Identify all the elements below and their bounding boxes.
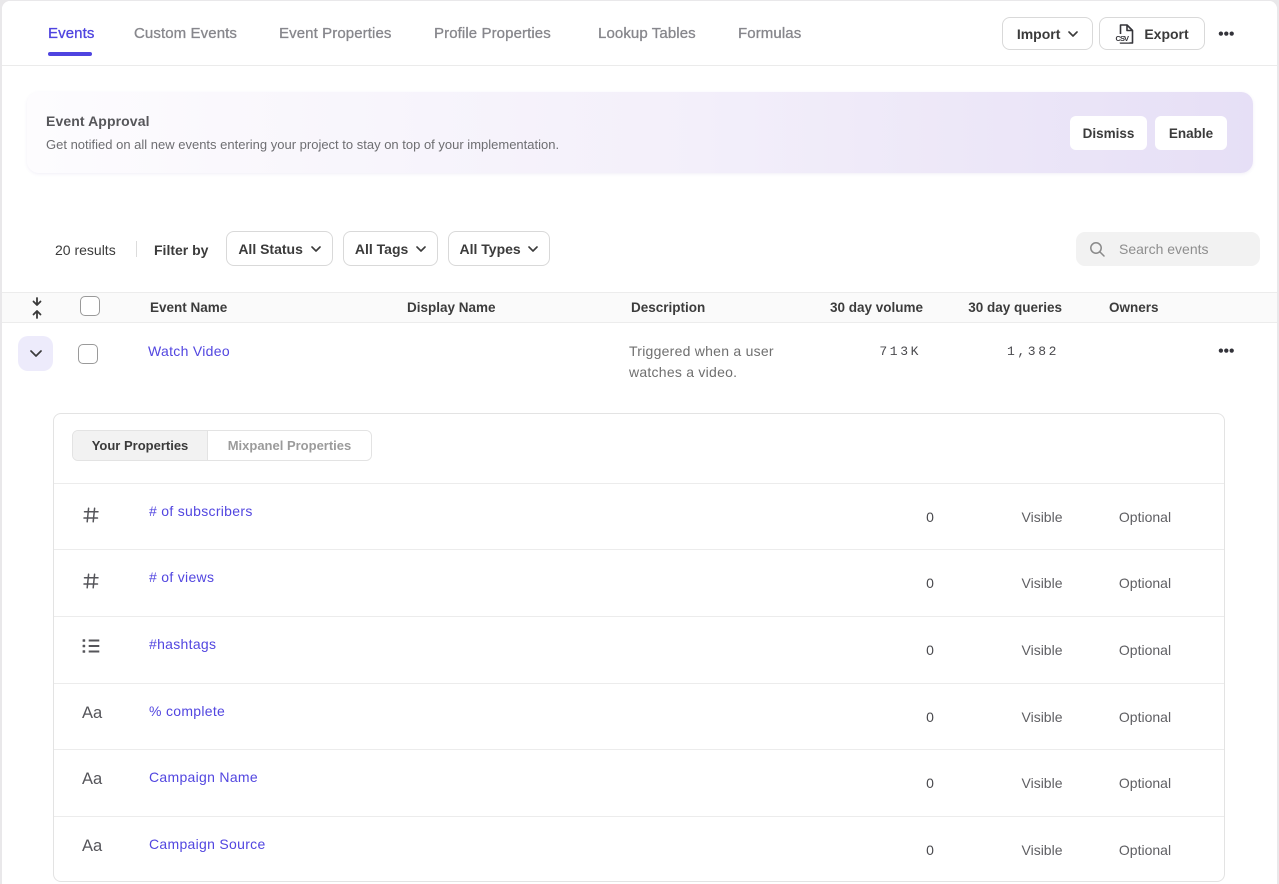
svg-text:CSV: CSV — [1116, 34, 1130, 43]
